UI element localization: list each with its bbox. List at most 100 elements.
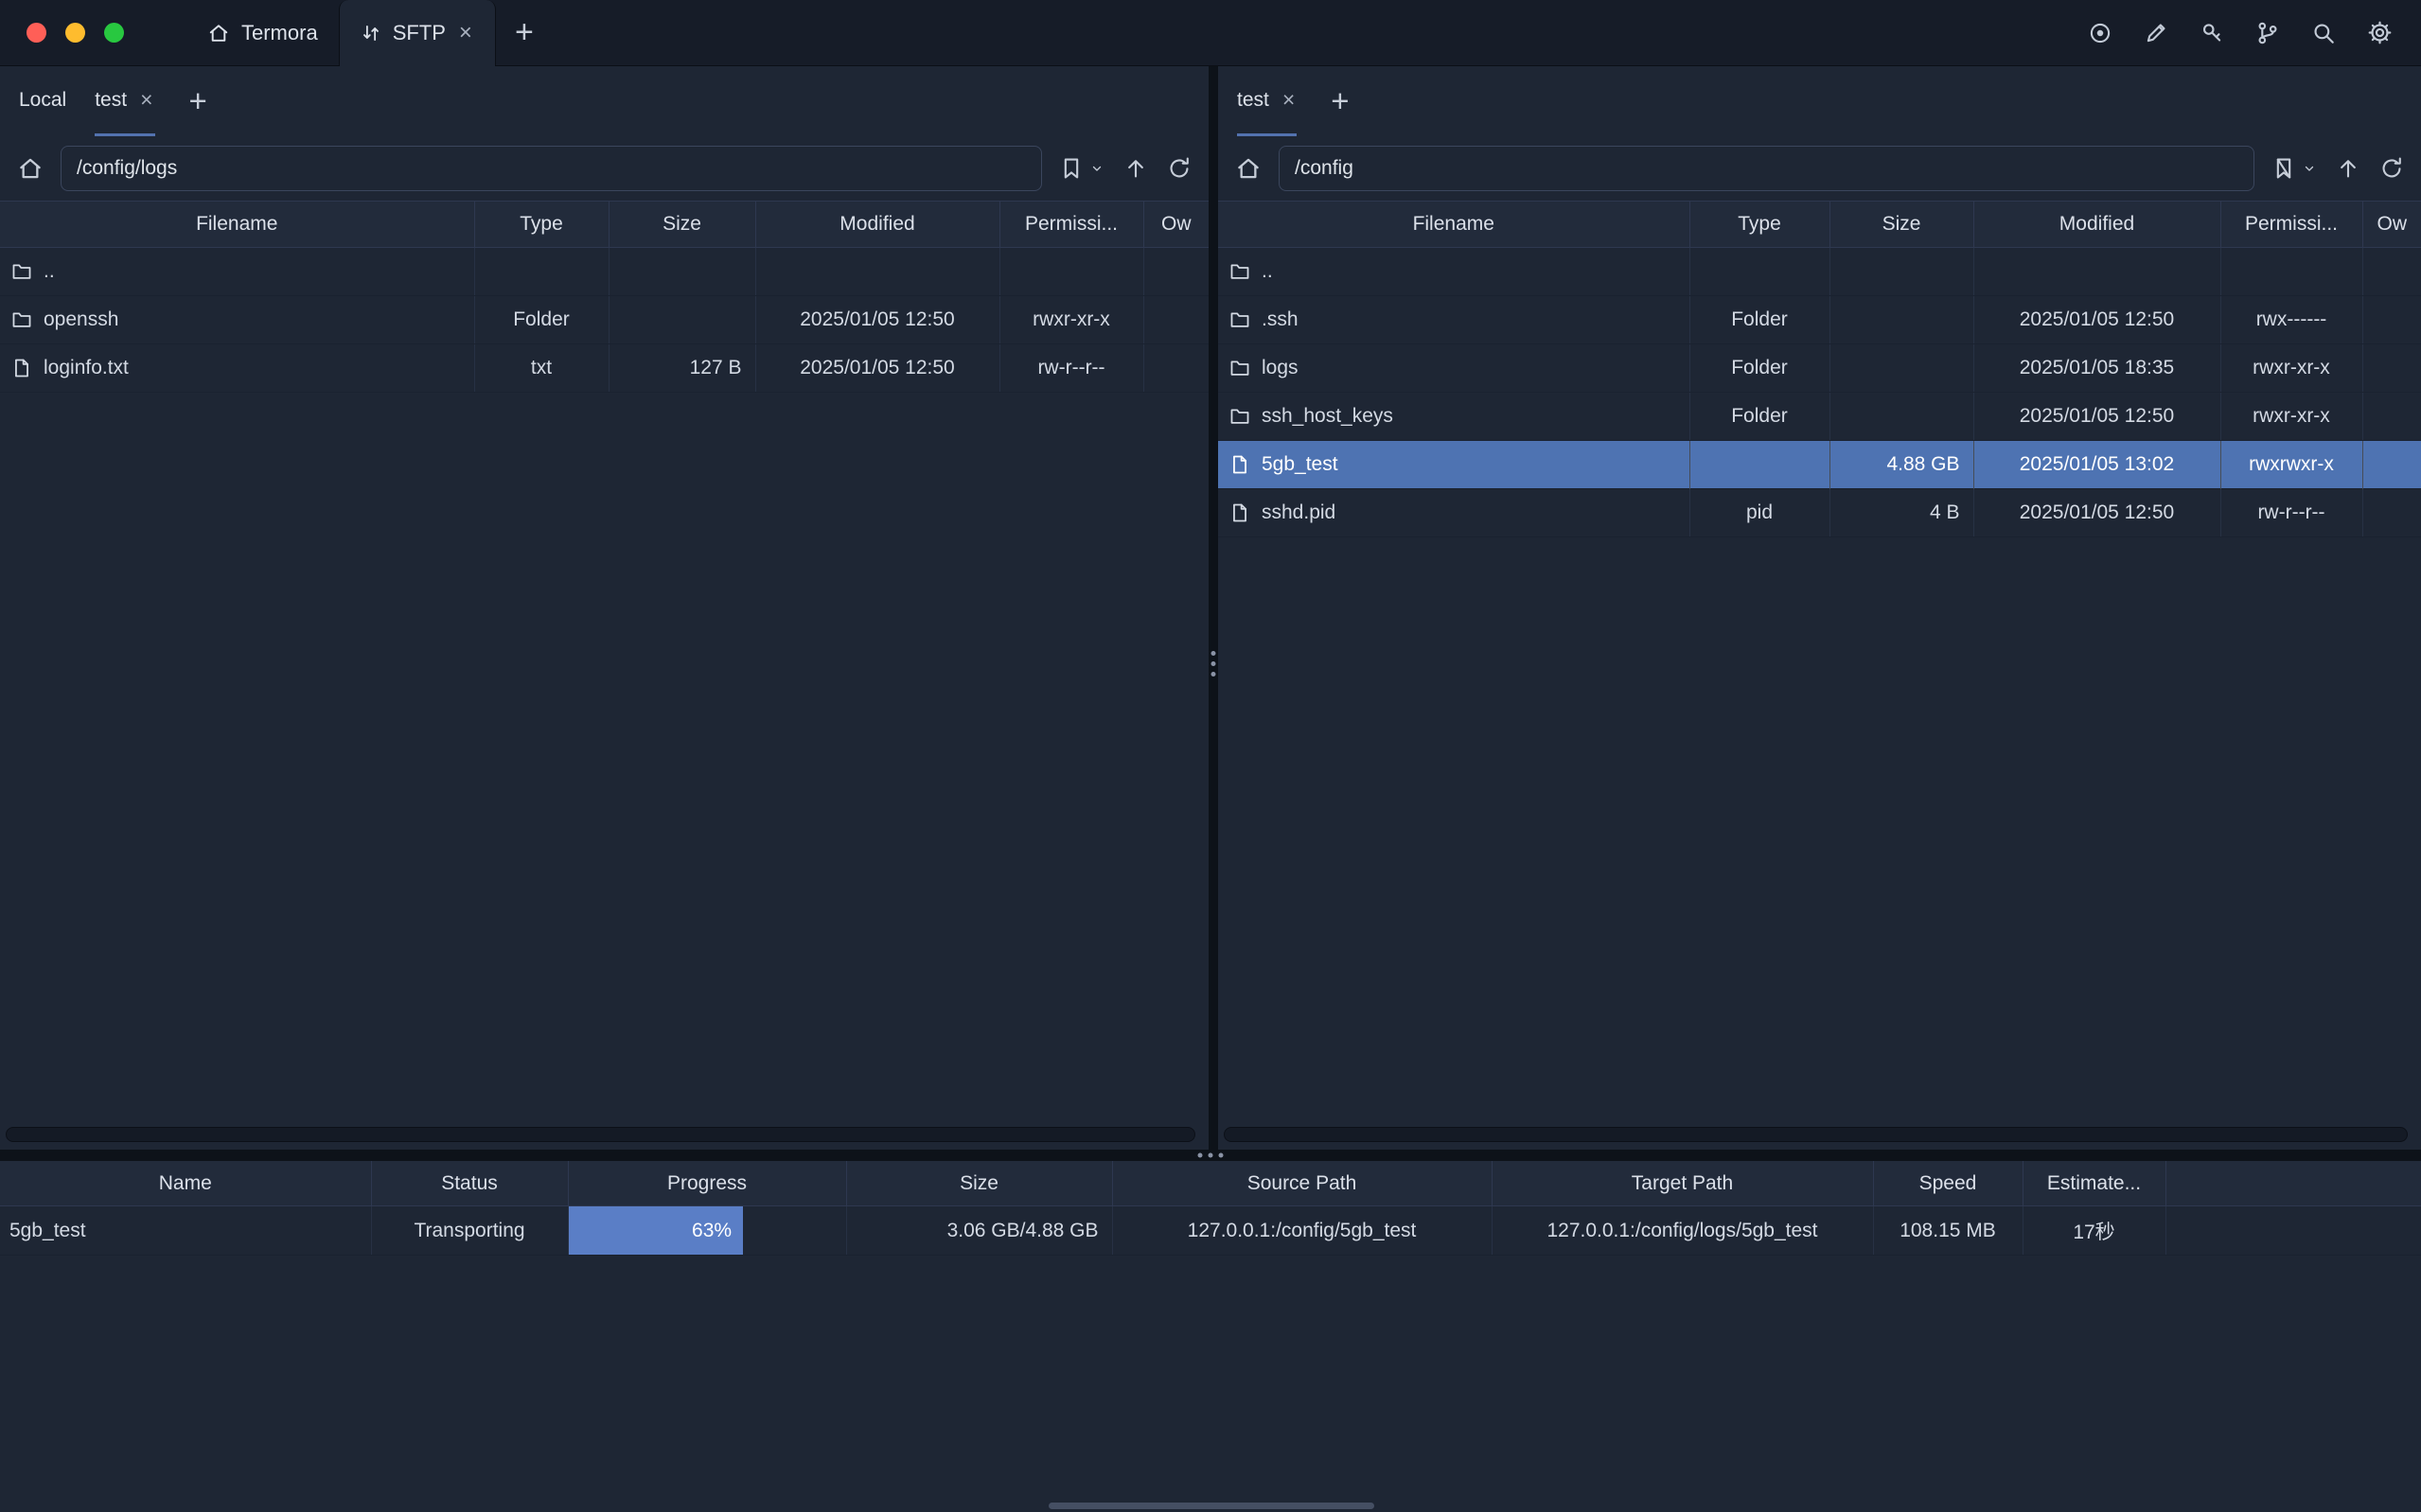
folder-icon bbox=[1229, 261, 1250, 282]
new-pane-tab-button[interactable]: + bbox=[1325, 66, 1354, 136]
transfer-panel-splitter[interactable] bbox=[0, 1150, 2421, 1161]
bookmark-icon[interactable] bbox=[1057, 154, 1086, 183]
column-header-source-path[interactable]: Source Path bbox=[1112, 1161, 1492, 1206]
left-pane-tabs: Local test × + bbox=[0, 66, 1209, 136]
transfer-estimate: 17秒 bbox=[2023, 1206, 2165, 1256]
column-header-modified[interactable]: Modified bbox=[1973, 202, 2220, 248]
home-icon[interactable] bbox=[15, 153, 45, 184]
column-header-modified[interactable]: Modified bbox=[755, 202, 999, 248]
new-pane-tab-button[interactable]: + bbox=[184, 66, 213, 136]
tab-test-right[interactable]: test × bbox=[1237, 66, 1297, 136]
file-icon bbox=[11, 358, 32, 378]
table-header-row: Filename Type Size Modified Permissi... … bbox=[1218, 202, 2421, 248]
column-header-filename[interactable]: Filename bbox=[1218, 202, 1689, 248]
column-header-owner[interactable]: Ow bbox=[2362, 202, 2421, 248]
transfer-name: 5gb_test bbox=[0, 1206, 371, 1256]
column-header-size[interactable]: Size bbox=[609, 202, 755, 248]
git-branch-icon[interactable] bbox=[2255, 21, 2280, 45]
new-window-tab-button[interactable]: + bbox=[496, 0, 553, 65]
file-name: sshd.pid bbox=[1262, 501, 1335, 524]
table-row[interactable]: sshd.pid pid 4 B 2025/01/05 12:50 rw-r--… bbox=[1218, 489, 2421, 537]
maximize-window-button[interactable] bbox=[104, 23, 124, 43]
column-header-size[interactable]: Size bbox=[1829, 202, 1973, 248]
table-row[interactable]: .. bbox=[1218, 248, 2421, 296]
key-icon[interactable] bbox=[2200, 21, 2224, 45]
tab-sftp[interactable]: SFTP × bbox=[339, 0, 496, 66]
table-row[interactable]: .. bbox=[0, 248, 1209, 296]
file-icon bbox=[1229, 454, 1250, 475]
right-file-table: Filename Type Size Modified Permissi... … bbox=[1218, 201, 2421, 537]
file-name: .. bbox=[44, 260, 55, 283]
horizontal-scrollbar[interactable] bbox=[1224, 1127, 2408, 1142]
tab-test-left[interactable]: test × bbox=[95, 66, 154, 136]
folder-icon bbox=[11, 309, 32, 330]
progress-percent-label: 63% bbox=[692, 1220, 732, 1242]
go-up-directory-icon[interactable] bbox=[2334, 154, 2362, 183]
folder-icon bbox=[1229, 309, 1250, 330]
close-tab-icon[interactable]: × bbox=[138, 89, 154, 111]
record-icon[interactable] bbox=[2088, 21, 2112, 45]
tab-termora[interactable]: Termora bbox=[186, 0, 339, 65]
tab-sftp-label: SFTP bbox=[393, 21, 446, 45]
pane-splitter[interactable] bbox=[1209, 66, 1218, 1150]
column-header-type[interactable]: Type bbox=[1689, 202, 1829, 248]
chevron-down-icon[interactable] bbox=[2300, 159, 2319, 178]
transfer-status: Transporting bbox=[371, 1206, 568, 1256]
column-header-speed[interactable]: Speed bbox=[1873, 1161, 2023, 1206]
transfers-header-row: Name Status Progress Size Source Path Ta… bbox=[0, 1161, 2421, 1206]
settings-gear-icon[interactable] bbox=[2367, 20, 2393, 45]
edit-pencil-icon[interactable] bbox=[2144, 21, 2168, 45]
column-header-owner[interactable]: Ow bbox=[1143, 202, 1209, 248]
column-header-size[interactable]: Size bbox=[846, 1161, 1112, 1206]
column-header-name[interactable]: Name bbox=[0, 1161, 371, 1206]
table-row[interactable]: ssh_host_keys Folder 2025/01/05 12:50 rw… bbox=[1218, 393, 2421, 441]
splitter-grip-icon bbox=[1198, 1153, 1224, 1158]
refresh-icon[interactable] bbox=[2377, 154, 2406, 183]
bookmark-icon[interactable] bbox=[2270, 154, 2298, 183]
column-header-estimate[interactable]: Estimate... bbox=[2023, 1161, 2165, 1206]
folder-icon bbox=[11, 261, 32, 282]
column-header-permissions[interactable]: Permissi... bbox=[999, 202, 1143, 248]
path-input[interactable] bbox=[1279, 146, 2254, 191]
tab-test-label: test bbox=[95, 89, 127, 112]
left-file-table: Filename Type Size Modified Permissi... … bbox=[0, 201, 1209, 393]
column-header-filename[interactable]: Filename bbox=[0, 202, 474, 248]
file-name: .. bbox=[1262, 260, 1273, 283]
horizontal-scrollbar[interactable] bbox=[6, 1127, 1195, 1142]
transfer-row[interactable]: 5gb_test Transporting 63% 3.06 GB/4.88 G… bbox=[0, 1206, 2421, 1256]
close-window-button[interactable] bbox=[27, 23, 46, 43]
table-row[interactable]: openssh Folder 2025/01/05 12:50 rwxr-xr-… bbox=[0, 296, 1209, 344]
tab-local[interactable]: Local bbox=[19, 66, 66, 136]
go-up-directory-icon[interactable] bbox=[1122, 154, 1150, 183]
table-row[interactable]: .ssh Folder 2025/01/05 12:50 rwx------ bbox=[1218, 296, 2421, 344]
search-icon[interactable] bbox=[2311, 21, 2336, 45]
right-path-bar bbox=[1218, 136, 2421, 201]
column-header-type[interactable]: Type bbox=[474, 202, 609, 248]
transfers-table: Name Status Progress Size Source Path Ta… bbox=[0, 1161, 2421, 1256]
dual-pane-area: Local test × + bbox=[0, 66, 2421, 1150]
file-name: .ssh bbox=[1262, 308, 1299, 331]
close-tab-icon[interactable]: × bbox=[457, 22, 474, 44]
minimize-window-button[interactable] bbox=[65, 23, 85, 43]
right-file-pane: test × + bbox=[1218, 66, 2421, 1150]
folder-icon bbox=[1229, 358, 1250, 378]
refresh-icon[interactable] bbox=[1165, 154, 1193, 183]
file-name: 5gb_test bbox=[1262, 453, 1338, 476]
column-header-permissions[interactable]: Permissi... bbox=[2220, 202, 2362, 248]
titlebar-actions bbox=[2088, 0, 2421, 65]
left-file-pane: Local test × + bbox=[0, 66, 1209, 1150]
table-row[interactable]: loginfo.txt txt 127 B 2025/01/05 12:50 r… bbox=[0, 344, 1209, 393]
home-icon[interactable] bbox=[1233, 153, 1264, 184]
column-header-target-path[interactable]: Target Path bbox=[1492, 1161, 1873, 1206]
transfer-progress-cell: 63% bbox=[568, 1206, 846, 1256]
chevron-down-icon[interactable] bbox=[1087, 159, 1106, 178]
table-header-row: Filename Type Size Modified Permissi... … bbox=[0, 202, 1209, 248]
column-header-progress[interactable]: Progress bbox=[568, 1161, 846, 1206]
column-header-status[interactable]: Status bbox=[371, 1161, 568, 1206]
close-tab-icon[interactable]: × bbox=[1281, 89, 1297, 111]
folder-icon bbox=[1229, 406, 1250, 427]
table-row[interactable]: logs Folder 2025/01/05 18:35 rwxr-xr-x bbox=[1218, 344, 2421, 393]
table-row-selected[interactable]: 5gb_test 4.88 GB 2025/01/05 13:02 rwxrwx… bbox=[1218, 441, 2421, 489]
bottom-scrollbar-thumb[interactable] bbox=[1049, 1503, 1374, 1509]
path-input[interactable] bbox=[61, 146, 1042, 191]
